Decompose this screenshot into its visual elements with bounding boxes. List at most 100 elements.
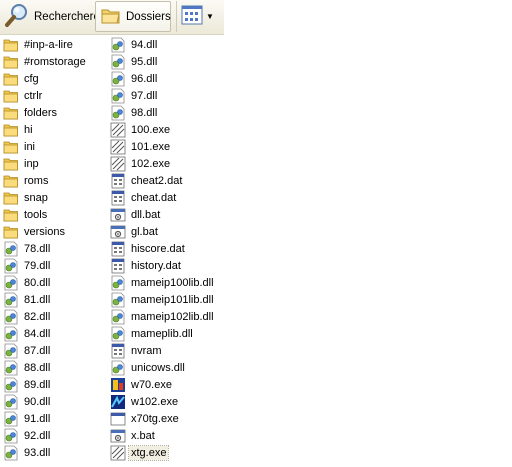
folder-icon [3,105,19,121]
item-label: 88.dll [24,361,51,374]
explorer-toolbar: Recherchercher Dossiers ▼ [0,0,224,35]
file-item[interactable]: unicows.dll [110,359,216,376]
item-label: snap [24,191,48,204]
item-label: 91.dll [24,412,51,425]
file-item[interactable]: 100.exe [110,121,216,138]
dll-file-icon [3,258,19,274]
folder-item[interactable]: #inp-a-lire [3,36,88,53]
file-item[interactable]: hiscore.dat [110,240,216,257]
file-item[interactable]: 84.dll [3,325,88,342]
folder-item[interactable]: folders [3,104,88,121]
file-item[interactable]: w102.exe [110,393,216,410]
item-label: 94.dll [131,38,158,51]
views-button[interactable]: ▼ [176,1,218,32]
file-item[interactable]: mameip102lib.dll [110,308,216,325]
folder-item[interactable]: tools [3,206,88,223]
file-column-1: #inp-a-lire #romstorage cfg ctrlr folders hi i… [3,36,88,461]
folder-icon [3,173,19,189]
file-item[interactable]: 96.dll [110,70,216,87]
dat-file-icon [110,190,126,206]
folder-item[interactable]: #romstorage [3,53,88,70]
file-item[interactable]: history.dat [110,257,216,274]
exe-file-icon [110,139,126,155]
file-item[interactable]: cheat.dat [110,189,216,206]
item-label: xtg.exe [127,444,170,461]
folder-item[interactable]: snap [3,189,88,206]
folder-item[interactable]: versions [3,223,88,240]
folder-item[interactable]: cfg [3,70,88,87]
item-label: 90.dll [24,395,51,408]
item-label: 81.dll [24,293,51,306]
item-label: mameip102lib.dll [131,310,214,323]
item-label: cfg [24,72,39,85]
file-item[interactable]: 80.dll [3,274,88,291]
exe-file-icon [110,445,126,461]
folder-item[interactable]: inp [3,155,88,172]
item-label: mameplib.dll [131,327,193,340]
file-item[interactable]: 101.exe [110,138,216,155]
file-item[interactable]: 78.dll [3,240,88,257]
folder-icon [3,54,19,70]
app-icon [110,394,126,410]
file-item[interactable]: 82.dll [3,308,88,325]
folder-icon [3,156,19,172]
file-item[interactable]: cheat2.dat [110,172,216,189]
item-label: w70.exe [131,378,172,391]
file-item[interactable]: 95.dll [110,53,216,70]
folder-item[interactable]: ctrlr [3,87,88,104]
window-app-icon [110,411,126,427]
file-item[interactable]: x70tg.exe [110,410,216,427]
folder-item[interactable]: ini [3,138,88,155]
file-item[interactable]: xtg.exe [110,444,216,461]
file-item[interactable]: mameip100lib.dll [110,274,216,291]
file-item[interactable]: 89.dll [3,376,88,393]
file-item[interactable]: 91.dll [3,410,88,427]
file-item[interactable]: 93.dll [3,444,88,461]
folder-item[interactable]: hi [3,121,88,138]
item-label: ctrlr [24,89,43,102]
dat-file-icon [110,343,126,359]
item-label: inp [24,157,39,170]
item-label: x70tg.exe [131,412,179,425]
folder-icon [3,71,19,87]
file-item[interactable]: gl.bat [110,223,216,240]
file-item[interactable]: 90.dll [3,393,88,410]
file-item[interactable]: 94.dll [110,36,216,53]
file-item[interactable]: mameplib.dll [110,325,216,342]
file-item[interactable]: 81.dll [3,291,88,308]
batch-file-icon [110,207,126,223]
item-label: 102.exe [131,157,171,170]
file-item[interactable]: 79.dll [3,257,88,274]
file-item[interactable]: x.bat [110,427,216,444]
dll-file-icon [3,326,19,342]
dll-file-icon [110,309,126,325]
file-item[interactable]: 98.dll [110,104,216,121]
item-label: versions [24,225,65,238]
search-button[interactable]: Recherchercher [2,1,116,32]
item-label: 87.dll [24,344,51,357]
file-item[interactable]: nvram [110,342,216,359]
file-item[interactable]: 87.dll [3,342,88,359]
file-item[interactable]: dll.bat [110,206,216,223]
item-label: mameip101lib.dll [131,293,214,306]
dll-file-icon [3,343,19,359]
chevron-down-icon: ▼ [206,12,214,21]
file-item[interactable]: 88.dll [3,359,88,376]
item-label: roms [24,174,49,187]
file-item[interactable]: w70.exe [110,376,216,393]
dll-file-icon [3,241,19,257]
item-label: 89.dll [24,378,51,391]
dll-file-icon [110,326,126,342]
file-item[interactable]: 97.dll [110,87,216,104]
item-label: 101.exe [131,140,171,153]
dll-file-icon [110,292,126,308]
folder-item[interactable]: roms [3,172,88,189]
file-item[interactable]: 92.dll [3,427,88,444]
file-item[interactable]: mameip101lib.dll [110,291,216,308]
folders-button[interactable]: Dossiers [95,1,171,32]
batch-file-icon [110,224,126,240]
item-label: x.bat [131,429,155,442]
dll-file-icon [110,37,126,53]
file-item[interactable]: 102.exe [110,155,216,172]
dll-file-icon [110,54,126,70]
